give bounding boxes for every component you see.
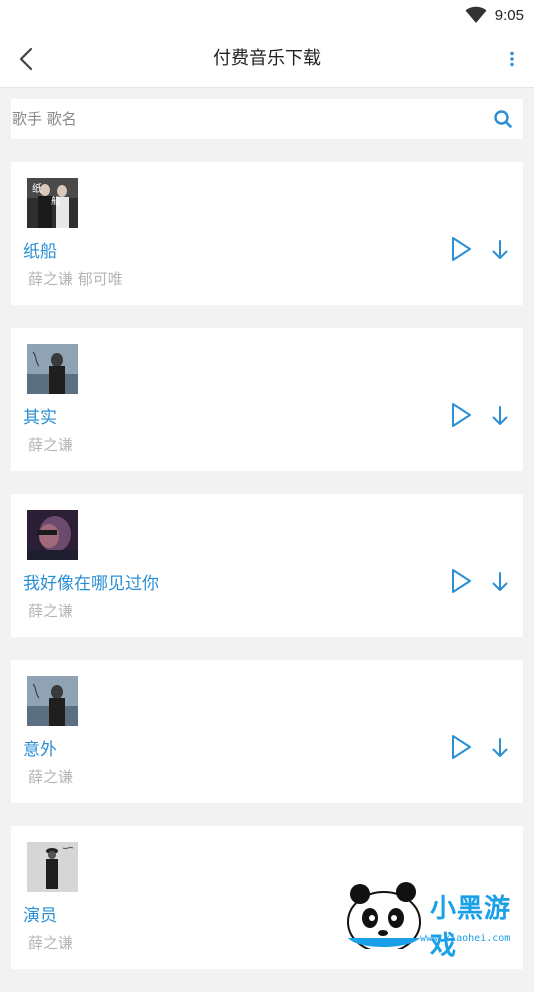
album-cover: 纸 船 [27, 178, 78, 228]
back-arrow-icon [19, 47, 33, 71]
wifi-icon [465, 6, 487, 23]
watermark-url: www.xiaohei.com [420, 933, 511, 944]
page-title: 付费音乐下载 [213, 48, 321, 69]
status-time: 9:05 [494, 6, 524, 24]
song-title: 纸船 [23, 242, 57, 262]
search-icon [494, 110, 512, 128]
back-button[interactable] [10, 41, 42, 77]
song-artist: 薛之谦 [28, 436, 74, 454]
download-icon[interactable] [489, 570, 511, 594]
play-icon[interactable] [449, 235, 473, 263]
song-card[interactable]: 我好像在哪见过你 薛之谦 [11, 494, 523, 637]
search-bar [11, 99, 523, 139]
status-bar: 9:05 [0, 0, 534, 30]
song-list: 纸 船 纸船 薛之谦 郁可唯 其实 薛之谦 我好像在哪见过你 薛之谦 意外 薛之… [11, 162, 523, 992]
song-title: 其实 [23, 408, 57, 428]
watermark-brand: 小黑游戏 [430, 894, 512, 961]
song-artist: 薛之谦 [28, 768, 74, 786]
album-cover [27, 344, 78, 394]
song-title: 意外 [23, 740, 57, 760]
play-icon[interactable] [449, 401, 473, 429]
album-cover [27, 510, 78, 560]
svg-text:纸: 纸 [32, 182, 42, 195]
song-title: 演员 [23, 906, 57, 926]
download-icon[interactable] [489, 238, 511, 262]
song-title: 我好像在哪见过你 [23, 574, 159, 594]
download-icon[interactable] [489, 404, 511, 428]
song-card[interactable]: 其实 薛之谦 [11, 328, 523, 471]
album-cover [27, 676, 78, 726]
album-cover [27, 842, 78, 892]
song-card[interactable]: 意外 薛之谦 [11, 660, 523, 803]
more-options-button[interactable] [496, 41, 528, 77]
search-input[interactable] [11, 99, 483, 139]
search-button[interactable] [483, 99, 523, 139]
song-artist: 薛之谦 [28, 934, 74, 952]
download-icon[interactable] [489, 736, 511, 760]
song-artist: 薛之谦 郁可唯 [28, 270, 123, 288]
song-card[interactable]: 纸 船 纸船 薛之谦 郁可唯 [11, 162, 523, 305]
song-artist: 薛之谦 [28, 602, 74, 620]
more-vertical-icon [510, 51, 514, 67]
svg-text:船: 船 [51, 195, 60, 207]
play-icon[interactable] [449, 733, 473, 761]
app-bar: 付费音乐下载 [0, 30, 534, 88]
play-icon[interactable] [449, 567, 473, 595]
